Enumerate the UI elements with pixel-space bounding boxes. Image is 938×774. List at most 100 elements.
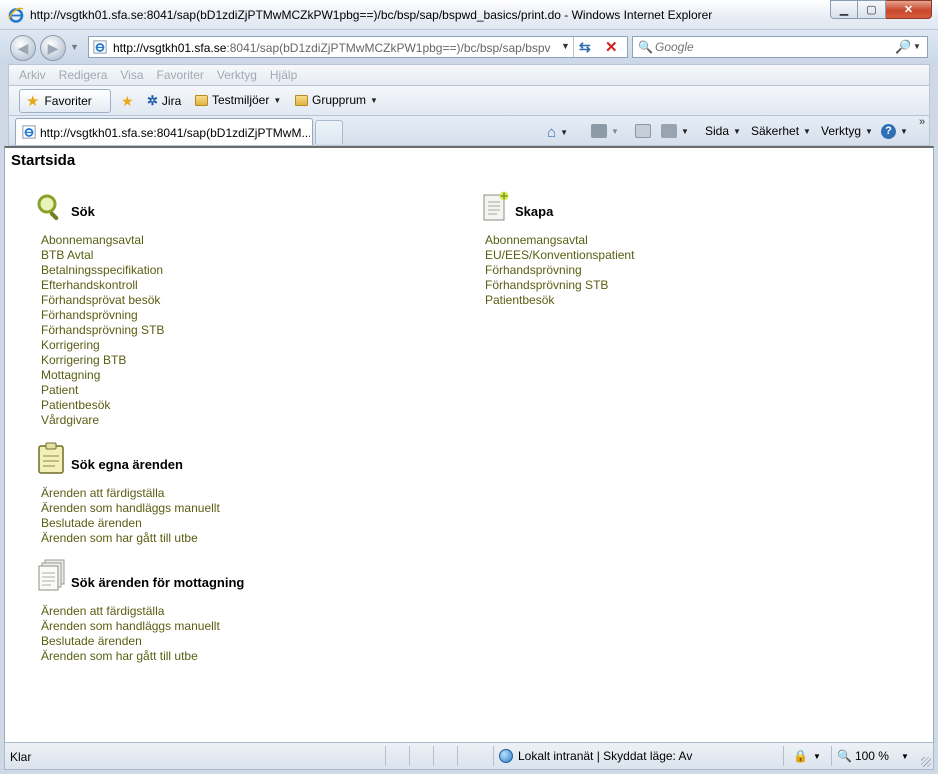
link-mottagning-gatt-till-utbe[interactable]: Ärenden som har gått till utbe [41,649,220,664]
favorites-label: Favoriter [44,94,92,108]
folder-icon [195,94,208,106]
page-ie-icon [22,125,36,139]
section-sok-title: Sök [71,204,95,219]
link-sok-forhandsprovning[interactable]: Förhandsprövning [41,308,164,323]
menu-hjalp[interactable]: Hjälp [270,68,297,82]
menu-verktyg[interactable]: Verktyg [217,68,257,82]
link-mottagning-handlaggs-manuellt[interactable]: Ärenden som handläggs manuellt [41,619,220,634]
feeds-button[interactable]: ▼ [591,124,619,138]
menu-favoriter[interactable]: Favoriter [157,68,204,82]
refresh-icon[interactable]: ⇆ [579,39,591,56]
fav-folder-grupprum[interactable]: Grupprum ▼ [295,93,378,107]
link-egna-handlaggs-manuellt[interactable]: Ärenden som handläggs manuellt [41,501,220,516]
status-text: Klar [10,750,32,764]
security-zone[interactable]: Lokalt intranät | Skyddat läge: Av [499,749,692,763]
link-skapa-eu-ees-konventionspatient[interactable]: EU/EES/Konventionspatient [485,248,634,263]
link-sok-abonnemangsavtal[interactable]: Abonnemangsavtal [41,233,164,248]
section-sok-egna-arenden: Sök egna ärenden [71,457,183,472]
section-skapa: Skapa [515,204,553,219]
forward-arrow-icon: ▶ [47,39,59,56]
skapa-links: Abonnemangsavtal EU/EES/Konventionspatie… [485,233,634,308]
chevron-down-icon: ▼ [370,95,378,105]
page-menu-button[interactable]: Sida ▼ [705,124,741,138]
chevron-down-icon: ▼ [273,95,282,105]
address-url[interactable]: http://vsgtkh01.sfa.se:8041/sap(bD1zdiZj… [113,41,559,55]
tab-command-bar: http://vsgtkh01.sfa.se:8041/sap(bD1zdiZj… [8,116,930,146]
page-content: Startsida Sök Abonnemangsavtal BTB Avtal… [4,146,934,742]
menu-redigera[interactable]: Redigera [59,68,108,82]
section-sok: Sök [71,204,95,219]
chevron-down-icon[interactable]: ▼ [813,752,821,761]
minimize-button[interactable]: ▁ [830,0,858,19]
chevron-down-icon: ▼ [681,126,689,136]
zoom-dropdown-icon[interactable]: ▼ [901,752,909,761]
address-dropdown-icon[interactable]: ▼ [561,41,570,51]
favorites-button[interactable]: ★ Favoriter [19,89,111,113]
stop-icon[interactable]: ✕ [605,38,618,56]
recent-pages-dropdown[interactable]: ▼ [70,42,79,52]
home-icon: ⌂ [547,124,557,141]
link-mottagning-att-fardigstalla[interactable]: Ärenden att färdigställa [41,604,220,619]
link-mottagning-beslutade[interactable]: Beslutade ärenden [41,634,220,649]
link-sok-forhandsprovning-stb[interactable]: Förhandsprövning STB [41,323,164,338]
status-divider [457,746,458,766]
section-egna-title: Sök egna ärenden [71,457,183,472]
protected-mode-icon[interactable]: 🔒 [793,749,808,763]
page-menu-label: Sida [705,124,730,138]
print-button[interactable]: ▼ [661,124,689,138]
link-egna-beslutade[interactable]: Beslutade ärenden [41,516,220,531]
link-skapa-forhandsprovning[interactable]: Förhandsprövning [485,263,634,278]
link-sok-mottagning[interactable]: Mottagning [41,368,164,383]
zoom-level-button[interactable]: 🔍 100 % [837,749,889,763]
search-input[interactable] [655,39,885,55]
mottagning-links: Ärenden att färdigställa Ärenden som han… [41,604,220,664]
help-button[interactable]: ? ▼ [881,124,908,139]
link-sok-vardgivare[interactable]: Vårdgivare [41,413,164,428]
status-divider [831,746,832,766]
home-button[interactable]: ⌂ ▼ [547,124,568,141]
new-tab-button[interactable] [315,120,343,144]
link-sok-forhandsprovat-besok[interactable]: Förhandsprövat besök [41,293,164,308]
add-to-favorites-bar-button[interactable]: ★ [121,93,134,110]
link-sok-btb-avtal[interactable]: BTB Avtal [41,248,164,263]
fav-folder-testmiljoer[interactable]: Testmiljöer ▼ [195,93,281,107]
read-mail-button[interactable] [635,124,651,138]
resize-grip[interactable] [921,757,931,767]
close-button[interactable]: ✕ [886,0,932,19]
search-box[interactable]: 🔍 🔎 ▼ [632,36,928,58]
favorites-bar: ★ Favoriter ★ ✲ Jira Testmiljöer ▼ Grupp… [8,86,930,116]
internet-explorer-icon [8,7,24,23]
link-sok-patient[interactable]: Patient [41,383,164,398]
link-sok-patientbesok[interactable]: Patientbesök [41,398,164,413]
search-icon[interactable]: 🔎 [895,39,911,55]
forward-button[interactable]: ▶ [40,35,66,61]
link-sok-efterhandskontroll[interactable]: Efterhandskontroll [41,278,164,293]
menu-visa[interactable]: Visa [120,68,143,82]
safety-menu-button[interactable]: Säkerhet ▼ [751,124,811,138]
maximize-button[interactable]: ▢ [858,0,886,19]
link-sok-betalningsspecifikation[interactable]: Betalningsspecifikation [41,263,164,278]
link-skapa-forhandsprovning-stb[interactable]: Förhandsprövning STB [485,278,634,293]
back-button[interactable]: ◀ [10,35,36,61]
clipboard-icon [38,442,64,474]
egna-links: Ärenden att färdigställa Ärenden som han… [41,486,220,546]
link-egna-att-fardigstalla[interactable]: Ärenden att färdigställa [41,486,220,501]
search-options-dropdown[interactable]: ▼ [913,42,921,51]
magnifier-icon [37,194,59,221]
fav-link-jira[interactable]: ✲ Jira [147,93,181,109]
section-sok-arenden-mottagning: Sök ärenden för mottagning [71,575,244,590]
rss-feed-icon [591,124,607,138]
status-divider [493,746,494,766]
link-skapa-patientbesok[interactable]: Patientbesök [485,293,634,308]
link-sok-korrigering-btb[interactable]: Korrigering BTB [41,353,164,368]
status-divider [783,746,784,766]
jira-icon: ✲ [147,93,158,108]
menu-arkiv[interactable]: Arkiv [19,68,46,82]
address-bar[interactable]: http://vsgtkh01.sfa.se:8041/sap(bD1zdiZj… [88,36,628,58]
link-sok-korrigering[interactable]: Korrigering [41,338,164,353]
toolbar-overflow-icon[interactable]: » [919,116,925,128]
browser-tab[interactable]: http://vsgtkh01.sfa.se:8041/sap(bD1zdiZj… [15,118,313,145]
tools-menu-button[interactable]: Verktyg ▼ [821,124,873,138]
link-egna-gatt-till-utbe[interactable]: Ärenden som har gått till utbe [41,531,220,546]
link-skapa-abonnemangsavtal[interactable]: Abonnemangsavtal [485,233,634,248]
